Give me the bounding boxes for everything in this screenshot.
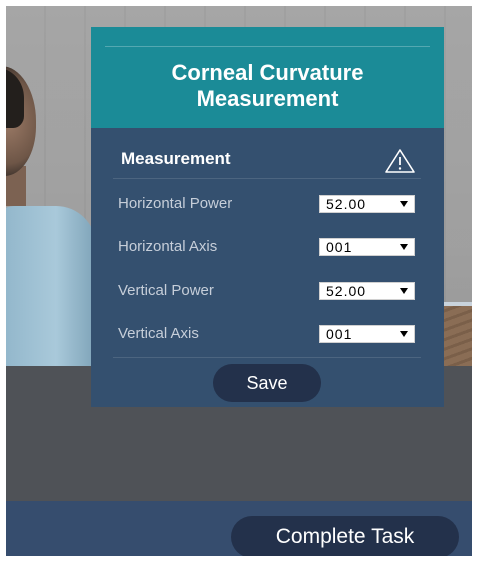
dropdown-arrow-icon	[400, 288, 408, 294]
horizontal-power-value: 52.00	[326, 196, 367, 212]
vertical-axis-label: Vertical Axis	[118, 325, 199, 342]
vertical-power-value: 52.00	[326, 283, 367, 299]
horizontal-power-select[interactable]: 52.00	[319, 195, 415, 213]
horizontal-axis-value: 001	[326, 239, 353, 255]
warning-triangle-icon[interactable]	[384, 147, 416, 175]
horizontal-axis-label: Horizontal Axis	[118, 238, 218, 255]
vertical-axis-select[interactable]: 001	[319, 325, 415, 343]
header-divider	[105, 46, 430, 47]
dropdown-arrow-icon	[400, 201, 408, 207]
complete-task-button[interactable]: Complete Task	[231, 516, 459, 556]
vertical-power-select[interactable]: 52.00	[319, 282, 415, 300]
section-title: Measurement	[121, 149, 231, 168]
panel-title-line-1: Corneal Curvature	[171, 60, 364, 85]
horizontal-power-label: Horizontal Power	[118, 195, 233, 212]
panel-title-line-2: Measurement	[196, 86, 339, 111]
horizontal-axis-select[interactable]: 001	[319, 238, 415, 256]
vertical-axis-value: 001	[326, 326, 353, 342]
vertical-power-label: Vertical Power	[118, 282, 214, 299]
panel-bottom-divider	[113, 357, 421, 358]
measurement-section-header: Measurement	[121, 147, 421, 177]
dropdown-arrow-icon	[400, 244, 408, 250]
corneal-curvature-panel: Corneal Curvature Measurement Measuremen…	[91, 27, 444, 407]
character-shirt	[6, 206, 96, 366]
section-divider	[113, 178, 421, 179]
dropdown-arrow-icon	[400, 331, 408, 337]
panel-header: Corneal Curvature Measurement	[91, 27, 444, 128]
save-button[interactable]: Save	[213, 364, 321, 402]
panel-title: Corneal Curvature Measurement	[91, 60, 444, 112]
